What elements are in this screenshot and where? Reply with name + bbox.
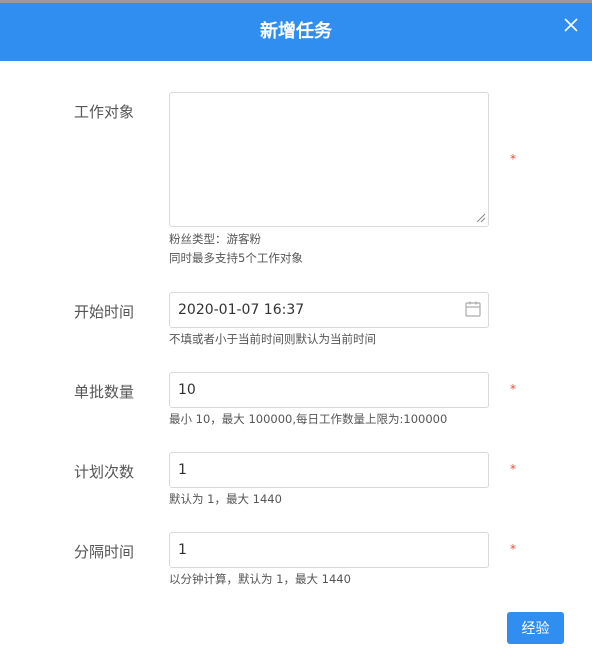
plan-times-input[interactable] <box>169 452 489 488</box>
dialog-title: 新增任务 <box>260 21 332 42</box>
resize-handle-icon[interactable] <box>476 213 486 223</box>
target-required-mark: * <box>510 152 516 166</box>
start-time-input[interactable] <box>169 292 489 328</box>
batch-count-label: 单批数量 <box>74 383 135 401</box>
target-textarea[interactable] <box>169 92 489 227</box>
interval-input[interactable] <box>169 532 489 568</box>
close-icon[interactable] <box>560 14 582 36</box>
interval-required-mark: * <box>510 542 516 556</box>
batch-count-input[interactable] <box>169 372 489 408</box>
dialog-header: 新增任务 <box>0 3 592 61</box>
plan-times-required-mark: * <box>510 462 516 476</box>
start-time-label: 开始时间 <box>74 303 135 321</box>
target-hint-limit: 同时最多支持5个工作对象 <box>169 251 303 265</box>
batch-count-hint: 最小 10，最大 100000,每日工作数量上限为:100000 <box>169 412 448 426</box>
plan-times-label: 计划次数 <box>74 463 135 481</box>
plan-times-hint: 默认为 1，最大 1440 <box>169 492 282 506</box>
start-time-hint: 不填或者小于当前时间则默认为当前时间 <box>169 332 376 346</box>
submit-button[interactable]: 经验 <box>507 612 564 644</box>
target-hint-fan-type: 粉丝类型：游客粉 <box>169 232 261 246</box>
batch-count-required-mark: * <box>510 382 516 396</box>
interval-label: 分隔时间 <box>74 543 135 561</box>
target-label: 工作对象 <box>74 103 135 121</box>
calendar-icon[interactable] <box>464 300 482 318</box>
interval-hint: 以分钟计算，默认为 1，最大 1440 <box>169 572 351 586</box>
